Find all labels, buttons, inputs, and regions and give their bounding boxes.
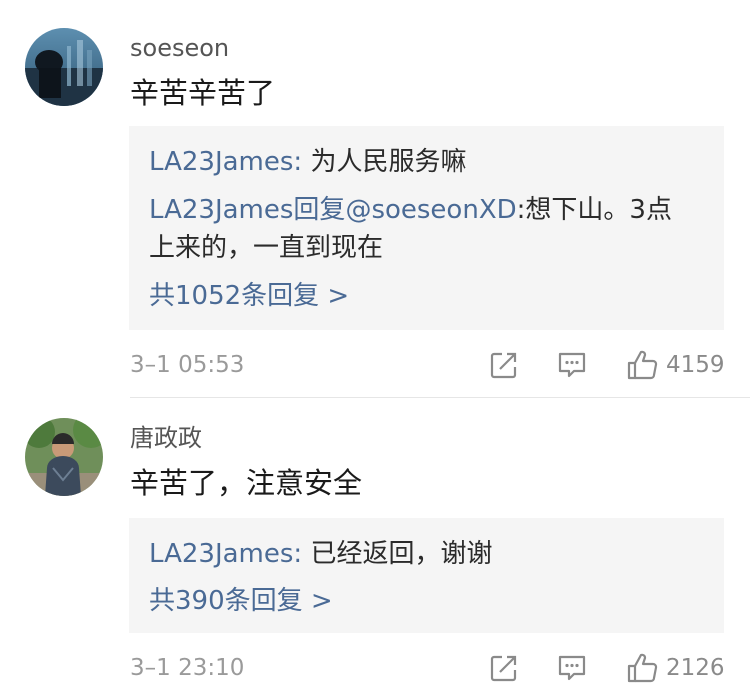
reply-action-word: 回复 [293, 195, 346, 225]
reply-line: LA23James: 已经返回，谢谢 [149, 535, 704, 573]
like-count: 4159 [666, 352, 725, 378]
comment-time: 3–1 05:53 [130, 352, 245, 378]
comment-icon [558, 352, 586, 378]
share-button[interactable] [490, 345, 518, 385]
more-replies-link[interactable]: 共1052条回复 > [149, 277, 349, 315]
comment-time: 3–1 23:10 [130, 655, 245, 681]
like-button[interactable]: 4159 [626, 345, 725, 385]
reply-preview-box[interactable]: LA23James: 为人民服务嘛 LA23James回复@soeseonXD:… [129, 126, 724, 330]
avatar[interactable] [25, 28, 103, 106]
avatar[interactable] [25, 418, 103, 496]
like-count: 2126 [666, 655, 725, 681]
reply-separator: : [293, 539, 311, 569]
comment-item: soeseon 辛苦辛苦了 LA23James: 为人民服务嘛 LA23Jame… [0, 0, 750, 398]
reply-author[interactable]: LA23James [149, 195, 293, 225]
reply-text: 想下山。3点 [525, 195, 672, 225]
share-icon [490, 655, 517, 682]
reply-line: LA23James: 为人民服务嘛 [149, 143, 704, 181]
comment-icon [558, 655, 586, 681]
comment-item: 唐政政 辛苦了，注意安全 LA23James: 已经返回，谢谢 共390条回复 … [0, 398, 750, 697]
comment-username[interactable]: soeseon [130, 33, 229, 63]
comment-button[interactable] [557, 345, 587, 385]
like-button[interactable]: 2126 [626, 648, 725, 688]
reply-text: 上来的，一直到现在 [149, 233, 384, 263]
comment-username[interactable]: 唐政政 [130, 423, 202, 453]
share-button[interactable] [490, 648, 518, 688]
comment-text: 辛苦辛苦了 [130, 76, 276, 110]
reply-author[interactable]: LA23James [149, 147, 293, 177]
comment-text: 辛苦了，注意安全 [130, 466, 363, 500]
reply-text: 已经返回，谢谢 [310, 539, 493, 569]
reply-text: 为人民服务嘛 [310, 147, 467, 177]
reply-mention[interactable]: @soeseonXD [345, 195, 516, 225]
reply-separator: : [293, 147, 311, 177]
thumbs-up-icon [627, 350, 658, 380]
reply-preview-box[interactable]: LA23James: 已经返回，谢谢 共390条回复 > [129, 518, 724, 633]
more-replies-link[interactable]: 共390条回复 > [149, 582, 333, 620]
comment-button[interactable] [557, 648, 587, 688]
share-icon [490, 352, 517, 379]
thumbs-up-icon [627, 653, 658, 683]
comment-footer: 3–1 05:53 4159 [0, 345, 750, 385]
reply-author[interactable]: LA23James [149, 539, 293, 569]
comment-footer: 3–1 23:10 2126 [0, 648, 750, 688]
reply-line: LA23James回复@soeseonXD:想下山。3点 上来的，一直到现在 [149, 191, 704, 267]
